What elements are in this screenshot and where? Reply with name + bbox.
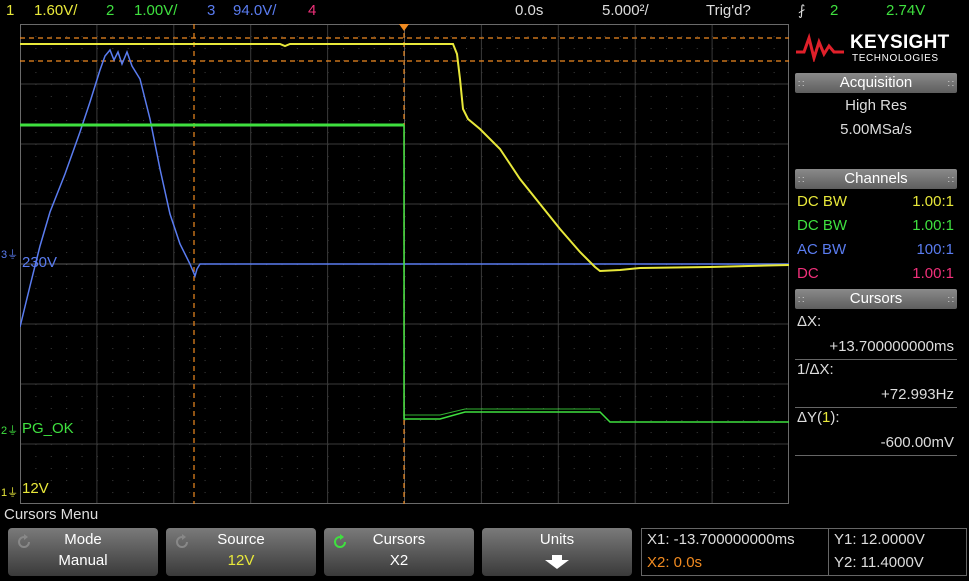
mode-softkey[interactable]: Mode Manual bbox=[8, 528, 158, 576]
ch1-number[interactable]: 1 bbox=[6, 2, 14, 19]
status-bar: 1 1.60V/ 2 1.00V/ 3 94.0V/ 4 0.0s 5.000²… bbox=[0, 0, 969, 22]
brand-logo: KEYSIGHT TECHNOLOGIES bbox=[792, 24, 957, 70]
delta-x-label: ΔX: bbox=[797, 313, 822, 330]
ch2-label: PG_OK bbox=[22, 420, 74, 437]
time-scale[interactable]: 5.000²/ bbox=[602, 2, 649, 19]
ch2-number[interactable]: 2 bbox=[106, 2, 114, 19]
grip-icon: ∷ bbox=[798, 79, 805, 90]
units-label: Units bbox=[539, 531, 575, 548]
ch1-coupling: DC BW bbox=[797, 193, 847, 210]
x1-readout: X1: -13.700000000ms bbox=[647, 531, 795, 548]
cursor-readout: X1: -13.700000000ms X2: 0.0s Y1: 12.0000… bbox=[641, 528, 967, 576]
ch3-scale[interactable]: 94.0V/ bbox=[233, 2, 276, 19]
grip-icon: ∷ bbox=[798, 295, 805, 306]
source-label: Source bbox=[217, 531, 265, 548]
x2-readout: X2: 0.0s bbox=[647, 554, 703, 571]
grip-icon: ∷ bbox=[947, 295, 954, 306]
acq-rate: 5.00MSa/s bbox=[840, 121, 912, 138]
y2-readout: Y2: 11.4000V bbox=[834, 554, 924, 571]
ch3-ground-icon[interactable]: 3⏚ bbox=[1, 246, 18, 262]
ch3-label: 230V bbox=[22, 254, 58, 271]
trigger-channel[interactable]: 2 bbox=[830, 2, 838, 19]
acq-mode: High Res bbox=[845, 97, 907, 114]
waveform-graticule bbox=[20, 24, 789, 504]
units-softkey[interactable]: Units bbox=[482, 528, 632, 576]
ch4-number[interactable]: 4 bbox=[308, 2, 316, 19]
source-softkey[interactable]: Source 12V bbox=[166, 528, 316, 576]
delta-y-label-prefix: ΔY( bbox=[797, 409, 823, 426]
mode-value: Manual bbox=[58, 552, 108, 569]
channels-header-label: Channels bbox=[844, 170, 908, 187]
trigger-state: Trig'd? bbox=[706, 2, 751, 19]
ch1-probe: 1.00:1 bbox=[912, 193, 954, 210]
ch2-scale[interactable]: 1.00V/ bbox=[134, 2, 177, 19]
ch4-coupling: DC bbox=[797, 265, 819, 282]
ch2-ground-icon[interactable]: 2⏚ bbox=[1, 422, 18, 438]
inv-delta-x-value: +72.993Hz bbox=[881, 386, 954, 403]
side-panel bbox=[792, 22, 969, 504]
menu-title: Cursors Menu bbox=[4, 506, 99, 523]
delta-y-value: -600.00mV bbox=[880, 434, 954, 451]
cursors-value: X2 bbox=[389, 552, 409, 569]
ch2-coupling: DC BW bbox=[797, 217, 847, 234]
submenu-arrow-icon bbox=[545, 555, 569, 569]
acquisition-header: ∷ Acquisition ∷ bbox=[795, 73, 957, 93]
channels-header: ∷ Channels ∷ bbox=[795, 169, 957, 189]
ch3-number[interactable]: 3 bbox=[207, 2, 215, 19]
ch3-probe: 100:1 bbox=[916, 241, 954, 258]
trigger-edge-icon: ⨏ bbox=[798, 2, 806, 18]
keysight-wave-icon bbox=[796, 32, 844, 62]
grip-icon: ∷ bbox=[947, 175, 954, 186]
trigger-level[interactable]: 2.74V bbox=[886, 2, 925, 19]
time-offset[interactable]: 0.0s bbox=[515, 2, 543, 19]
divider bbox=[795, 455, 957, 456]
cursors-header-label: Cursors bbox=[849, 290, 903, 307]
divider bbox=[795, 359, 957, 360]
brand-sub: TECHNOLOGIES bbox=[852, 53, 939, 64]
y1-readout: Y1: 12.0000V bbox=[834, 531, 925, 548]
source-value: 12V bbox=[227, 552, 255, 569]
cursors-header: ∷ Cursors ∷ bbox=[795, 289, 957, 309]
cursors-label: Cursors bbox=[372, 531, 426, 548]
cursors-softkey[interactable]: Cursors X2 bbox=[324, 528, 474, 576]
ch3-coupling: AC BW bbox=[797, 241, 847, 258]
ch1-ground-icon[interactable]: 1⏚ bbox=[1, 484, 18, 500]
grip-icon: ∷ bbox=[798, 175, 805, 186]
readout-divider bbox=[828, 529, 829, 575]
inv-delta-x-label: 1/ΔX: bbox=[797, 361, 834, 378]
brand-name: KEYSIGHT bbox=[850, 32, 950, 53]
delta-y-label: ΔY(1): bbox=[797, 409, 840, 426]
ch2-probe: 1.00:1 bbox=[912, 217, 954, 234]
ch4-probe: 1.00:1 bbox=[912, 265, 954, 282]
grip-icon: ∷ bbox=[947, 79, 954, 90]
ch1-label: 12V bbox=[22, 480, 49, 497]
delta-y-label-suffix: ): bbox=[830, 409, 840, 426]
ch1-scale[interactable]: 1.60V/ bbox=[34, 2, 77, 19]
waveform-display[interactable]: 3⏚ 230V 2⏚ PG_OK 1⏚ 12V bbox=[1, 24, 789, 504]
mode-label: Mode bbox=[64, 531, 102, 548]
delta-x-value: +13.700000000ms bbox=[829, 338, 954, 355]
divider bbox=[795, 407, 957, 408]
acquisition-header-label: Acquisition bbox=[839, 74, 913, 91]
